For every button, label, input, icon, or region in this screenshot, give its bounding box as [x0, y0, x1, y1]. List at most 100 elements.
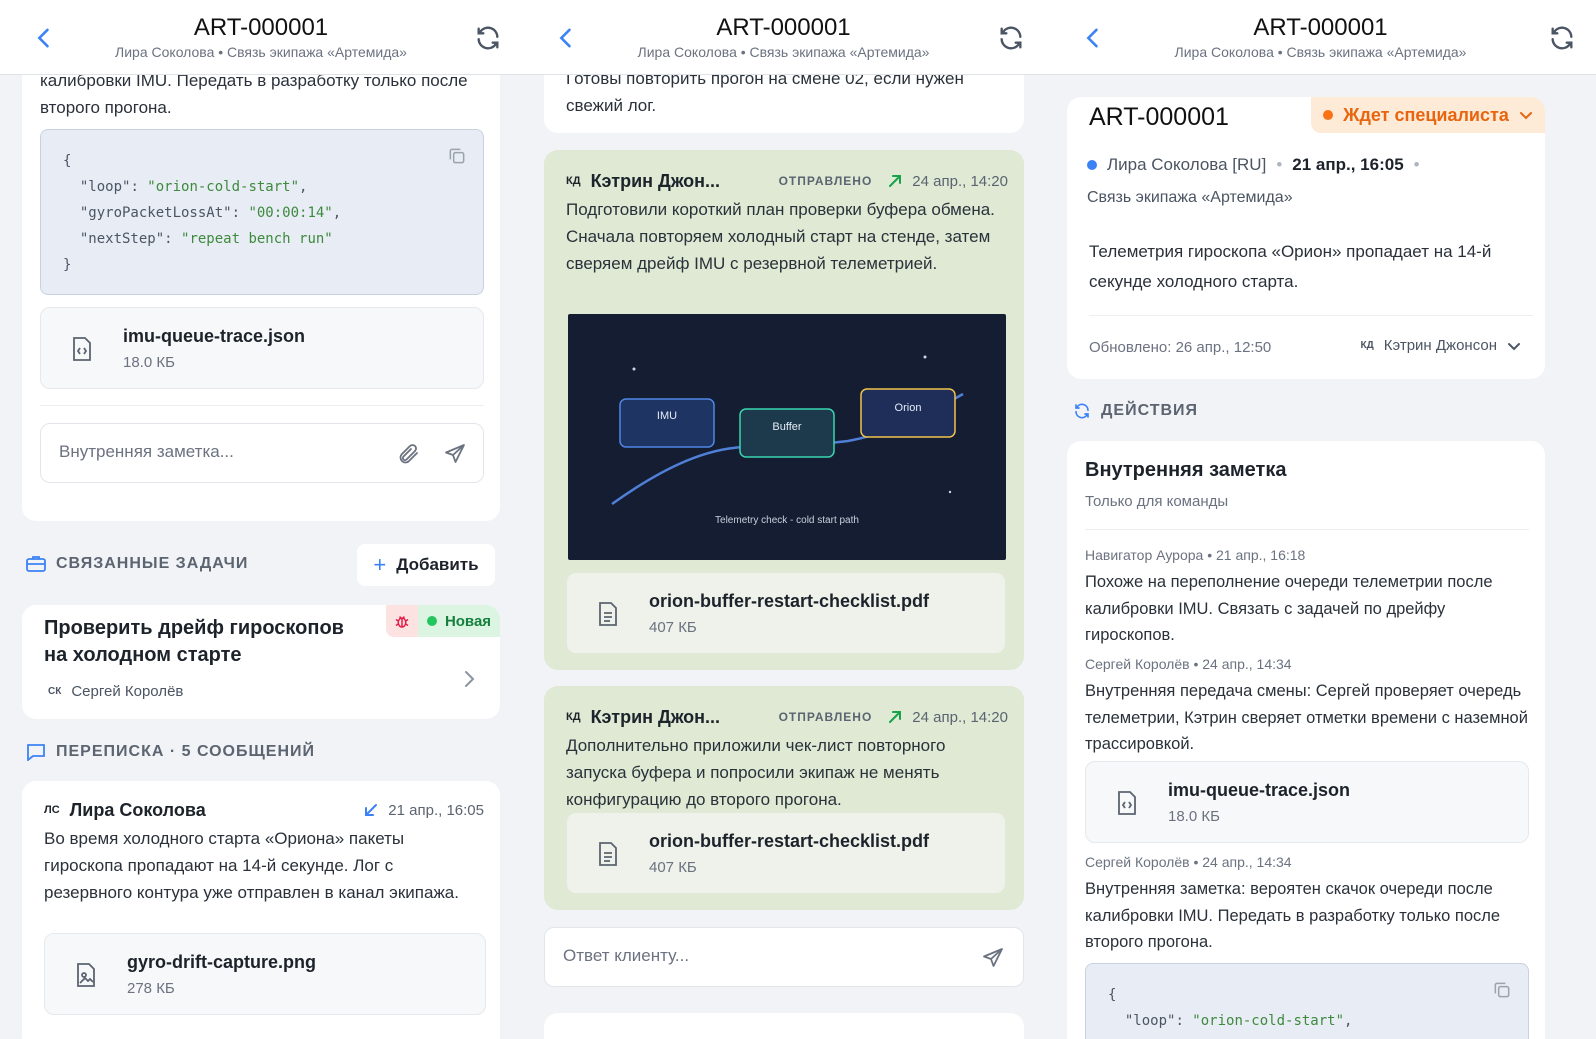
ticket-summary: Телеметрия гироскопа «Орион» пропадает н…: [1089, 242, 1492, 291]
internal-note-card: Внутренняя заметка Только для команды На…: [1067, 441, 1545, 1039]
task-badges: Новая: [386, 605, 500, 637]
header: ART-000001 Лира Соколова • Связь экипажа…: [1045, 0, 1596, 75]
message-meta: КД Кэтрин Джон... ОТПРАВЛЕНО 24 апр., 14…: [566, 170, 1008, 192]
image-file-icon: [77, 963, 95, 987]
code-line: "gyroPacketLossAt": "00:00:14",: [79, 205, 342, 221]
thread-label: ПЕРЕПИСКА · 5 СООБЩЕНИЙ: [56, 743, 316, 760]
related-tasks-label: СВЯЗАННЫЕ ЗАДАЧИ: [56, 555, 249, 572]
message-meta: ЛС Лира Соколова 21 апр., 16:05: [44, 797, 484, 823]
code-line: }: [63, 257, 72, 273]
diagram-label: Buffer: [772, 421, 801, 433]
ticket-id: ART-000001: [1089, 103, 1229, 131]
chevron-right-icon[interactable]: [460, 669, 478, 689]
code-block: { "loop": "orion-cold-start", "gyroPacke…: [40, 129, 484, 295]
message-text: Дополнительно приложили чек-лист повторн…: [566, 736, 946, 809]
assignee-dropdown[interactable]: КД Кэтрин Джонсон: [1361, 337, 1521, 354]
divider: [1085, 529, 1529, 530]
code-line: {: [63, 153, 72, 169]
send-icon[interactable]: [443, 442, 467, 466]
code-line: "loop": "orion-cold-start",: [79, 179, 308, 195]
message-author: Кэтрин Джон...: [590, 170, 721, 191]
message-date: 24 апр., 14:20: [912, 708, 1008, 726]
related-tasks-heading: СВЯЗАННЫЕ ЗАДАЧИ: [26, 555, 248, 573]
ticket-summary-card: ART-000001 Ждет специалиста Лира Соколов…: [1067, 97, 1545, 379]
refresh-icon[interactable]: [997, 24, 1025, 52]
diagram-image[interactable]: IMU Buffer Orion Telemetry check - cold …: [568, 314, 1006, 560]
code-block: { "loop": "orion-cold-start",: [1085, 963, 1529, 1039]
related-task-card[interactable]: Проверить дрейф гироскопов на холодном с…: [22, 605, 500, 719]
next-card: [544, 1013, 1024, 1039]
sent-status: ОТПРАВЛЕНО: [778, 174, 873, 188]
code-line: "nextStep": "repeat bench run": [79, 231, 333, 247]
outgoing-arrow-icon: [889, 711, 902, 723]
status-label: Новая: [444, 612, 492, 630]
separator: •: [1413, 155, 1420, 174]
message-meta: КД Кэтрин Джон... ОТПРАВЛЕНО 24 апр., 14…: [566, 706, 1008, 728]
paperclip-icon[interactable]: [397, 442, 421, 466]
avatar: КД: [1360, 340, 1374, 351]
file-name: imu-queue-trace.json: [1168, 780, 1351, 800]
status-dropdown[interactable]: Ждет специалиста: [1311, 97, 1545, 133]
note-meta: Сергей Королёв • 24 апр., 14:34: [1085, 854, 1292, 870]
file-name: orion-buffer-restart-checklist.pdf: [649, 831, 930, 851]
page-subtitle: Лира Соколова • Связь экипажа «Артемида»: [115, 44, 407, 60]
document-file-icon: [599, 842, 617, 866]
content: Готовы повторить прогон на смене 02, есл…: [522, 75, 1045, 1039]
status-label: Ждет специалиста: [1343, 104, 1509, 125]
note-text: калибровки IMU. Передать в разработку то…: [40, 75, 468, 117]
diagram-node-imu: [619, 398, 715, 448]
created-date: 21 апр., 16:05: [1292, 155, 1404, 174]
requester-name: Лира Соколова [RU]: [1107, 155, 1267, 174]
divider: [40, 405, 484, 406]
page-subtitle: Лира Соколова • Связь экипажа «Артемида»: [637, 44, 930, 60]
message-card: Готовы повторить прогон на смене 02, есл…: [544, 75, 1024, 133]
attachment-file[interactable]: gyro-drift-capture.png 278 КБ: [44, 933, 486, 1015]
chevron-down-icon: [1508, 342, 1520, 350]
note-text: Похоже на переполнение очереди телеметри…: [1085, 573, 1493, 644]
attachment-file[interactable]: imu-queue-trace.json 18.0 КБ: [1085, 761, 1529, 843]
task-assignee: СК Сергей Королёв: [48, 683, 183, 700]
page-title: ART-000001: [716, 14, 851, 41]
thread-heading: ПЕРЕПИСКА · 5 СООБЩЕНИЙ: [26, 743, 315, 761]
reply-placeholder: Ответ клиенту...: [563, 946, 690, 965]
avatar: ЛС: [44, 804, 60, 816]
note-text: Внутренняя заметка: вероятен скачок очер…: [1085, 880, 1501, 951]
copy-icon[interactable]: [1492, 980, 1512, 1000]
task-title: Проверить дрейф гироскопов на холодном с…: [44, 617, 344, 666]
attachment-file[interactable]: orion-buffer-restart-checklist.pdf 407 К…: [566, 572, 1006, 654]
status-badge: Новая: [418, 605, 500, 637]
attachment-file[interactable]: imu-queue-trace.json 18.0 КБ: [40, 307, 484, 389]
reply-input[interactable]: Ответ клиенту...: [544, 927, 1024, 987]
actions-label: ДЕЙСТВИЯ: [1101, 402, 1199, 419]
message-text: Подготовили короткий план проверки буфер…: [566, 200, 995, 273]
requester-row: Лира Соколова [RU] • 21 апр., 16:05 •: [1087, 155, 1420, 175]
sent-status: ОТПРАВЛЕНО: [778, 710, 873, 724]
refresh-icon[interactable]: [1548, 24, 1576, 52]
file-name: orion-buffer-restart-checklist.pdf: [649, 591, 930, 611]
code-file-icon: [1118, 791, 1136, 815]
note-card: калибровки IMU. Передать в разработку то…: [22, 75, 500, 521]
diagram-svg: IMU Buffer Orion Telemetry check - cold …: [611, 355, 964, 526]
actions-heading: ДЕЙСТВИЯ: [1073, 402, 1198, 420]
refresh-icon[interactable]: [474, 24, 502, 52]
panel-ticket-details: ART-000001 Лира Соколова • Связь экипажа…: [1045, 0, 1596, 1039]
diagram-node-buffer: [739, 408, 835, 458]
plus-icon: +: [373, 552, 387, 577]
file-size: 278 КБ: [127, 980, 175, 997]
message-text: Во время холодного старта «Ориона» пакет…: [44, 829, 459, 902]
chat-icon: [27, 744, 45, 761]
message-text: Готовы повторить прогон на смене 02, есл…: [566, 75, 964, 115]
attachment-file[interactable]: orion-buffer-restart-checklist.pdf 407 К…: [566, 812, 1006, 894]
send-icon[interactable]: [981, 946, 1005, 970]
add-task-button[interactable]: + Добавить: [357, 544, 495, 586]
file-name: imu-queue-trace.json: [123, 326, 306, 346]
note-title: Внутренняя заметка: [1085, 459, 1287, 481]
page-title: ART-000001: [193, 14, 329, 41]
channel-name: Связь экипажа «Артемида»: [1087, 189, 1293, 206]
code-file-icon: [73, 337, 91, 361]
diagram-label: Orion: [895, 402, 922, 414]
copy-icon[interactable]: [447, 146, 467, 166]
header: ART-000001 Лира Соколова • Связь экипажа…: [0, 0, 522, 75]
note-input[interactable]: Внутренняя заметка...: [40, 423, 484, 483]
updated-at: Обновлено: 26 апр., 12:50: [1089, 339, 1272, 356]
